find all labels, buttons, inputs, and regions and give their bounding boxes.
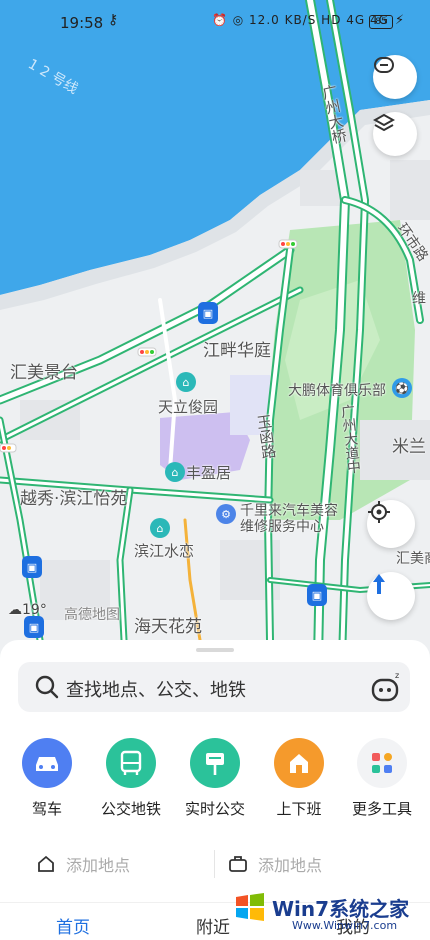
map-label-qianli-2[interactable]: 维修服务中心	[240, 516, 324, 536]
amap-logo: 高德地图	[64, 607, 120, 623]
poi-marker-tianli[interactable]: ⌂	[176, 372, 196, 392]
map-label-jiangpan[interactable]: 江畔华庭	[203, 336, 271, 361]
locate-icon	[368, 501, 390, 523]
home-icon	[38, 855, 54, 872]
watermark: Win7系统之家 Www.Winwin7.com	[232, 885, 430, 939]
map-label-yuexiu[interactable]: 越秀·滨江怡苑	[20, 484, 127, 509]
map-label-mi[interactable]: 米兰	[392, 432, 426, 457]
signal-1: 4G	[346, 13, 366, 27]
map-canvas[interactable]	[0, 0, 430, 660]
car-icon	[22, 738, 72, 788]
status-icons: ⏰ ◎ 12.0 KB/S HD 4G 4G	[212, 13, 389, 27]
tab-home[interactable]: 首页	[56, 913, 90, 938]
poi-marker-dapeng[interactable]: ⚽	[392, 378, 412, 398]
svg-text:z: z	[395, 671, 399, 680]
map-label-binjiang[interactable]: 滨江水恋	[134, 540, 194, 561]
hd-badge: HD	[321, 13, 342, 27]
tool-label: 公交地铁	[100, 800, 161, 818]
bus-stop-icon[interactable]: ▣	[198, 302, 218, 324]
add-home-place[interactable]: 添加地点	[66, 852, 130, 876]
bus-stop-icon[interactable]: ▣	[24, 616, 44, 638]
map-label-wei: 维	[412, 291, 426, 307]
divider	[214, 850, 215, 878]
tool-label: 上下班	[276, 800, 322, 818]
key-icon: ⚷	[108, 12, 119, 28]
home-icon	[274, 738, 324, 788]
tool-commute[interactable]: 上下班	[261, 738, 337, 819]
poi-marker-qianli[interactable]: ⚙	[216, 504, 236, 524]
quick-places: 添加地点 添加地点	[0, 840, 430, 888]
voice-assistant-icon[interactable]: z	[370, 670, 402, 704]
apps-icon	[357, 738, 407, 788]
tool-label: 更多工具	[351, 800, 412, 818]
tool-realtime-bus[interactable]: 实时公交	[177, 738, 253, 819]
layers-icon	[373, 113, 395, 132]
network-speed: 12.0 KB/S	[249, 13, 317, 27]
tool-label: 驾车	[31, 800, 62, 818]
message-icon	[374, 57, 394, 73]
locate-button[interactable]	[367, 500, 415, 548]
map-view[interactable]: 19:58 ⚷ ⏰ ◎ 12.0 KB/S HD 4G 4G 85 ⚡ 江畔华庭…	[0, 0, 430, 660]
tool-label: 实时公交	[184, 800, 245, 818]
tool-more[interactable]: 更多工具	[344, 738, 420, 819]
add-work-place[interactable]: 添加地点	[258, 852, 322, 876]
search-box[interactable]: 查找地点、公交、地铁 z	[18, 662, 410, 712]
route-button[interactable]	[367, 572, 415, 620]
layers-button[interactable]	[373, 112, 417, 156]
battery-icon: 85	[369, 15, 393, 29]
tool-drive[interactable]: 驾车	[9, 738, 85, 819]
status-bar: 19:58 ⚷ ⏰ ◎ 12.0 KB/S HD 4G 4G 85 ⚡	[0, 0, 430, 46]
map-label-tianli[interactable]: 天立俊园	[158, 396, 218, 417]
tool-transit[interactable]: 公交地铁	[93, 738, 169, 819]
sheet-handle[interactable]	[196, 648, 234, 652]
charging-icon: ⚡	[395, 13, 405, 28]
watermark-url: Www.Winwin7.com	[292, 919, 398, 932]
search-placeholder[interactable]: 查找地点、公交、地铁	[66, 676, 246, 702]
bus-stop-icon[interactable]: ▣	[22, 556, 42, 578]
search-icon	[35, 675, 59, 699]
watermark-text: Win7系统之家	[272, 897, 410, 921]
poi-marker-fengying[interactable]: ⌂	[165, 462, 185, 482]
bus-stop-icon[interactable]: ▣	[307, 584, 327, 606]
bus-icon	[106, 738, 156, 788]
tab-nearby[interactable]: 附近	[196, 913, 230, 938]
bus-stop-icon	[190, 738, 240, 788]
map-label-huimei-shang[interactable]: 汇美商	[396, 548, 430, 568]
status-time: 19:58	[60, 14, 104, 32]
windows-logo-icon	[236, 893, 264, 921]
feedback-button[interactable]	[373, 55, 417, 99]
briefcase-icon	[229, 856, 247, 872]
map-label-dapeng[interactable]: 大鹏体育俱乐部	[288, 380, 386, 400]
map-label-fengying[interactable]: 丰盈居	[186, 462, 231, 483]
poi-marker-binjiang[interactable]: ⌂	[150, 518, 170, 538]
map-label-haitian[interactable]: 海天花苑	[134, 612, 202, 637]
map-label-huimei[interactable]: 汇美景台	[10, 358, 78, 383]
direction-icon	[373, 574, 385, 594]
